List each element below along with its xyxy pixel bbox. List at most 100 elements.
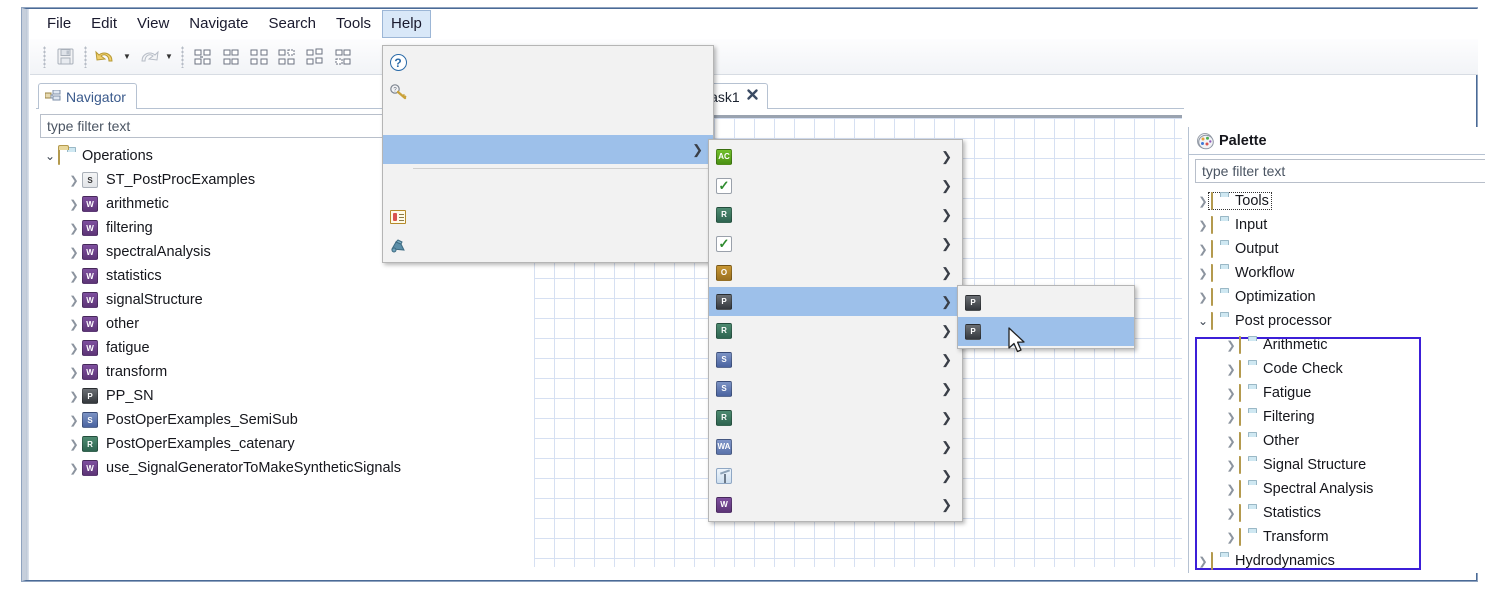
examples-submenu-popup[interactable]: AC❯✓❯R❯✓❯O❯P❯R❯S❯S❯R❯WA❯❯W❯ xyxy=(708,139,963,522)
chevron-right-icon[interactable]: ❯ xyxy=(66,294,82,307)
examples-menu-item-simo[interactable]: S❯ xyxy=(709,345,962,374)
menu-help[interactable]: Help xyxy=(382,10,431,38)
chevron-right-icon[interactable]: ❯ xyxy=(1195,243,1211,256)
align-top-button[interactable] xyxy=(274,44,300,70)
palette-tree-item[interactable]: ❯Signal Structure xyxy=(1195,453,1485,477)
save-button[interactable] xyxy=(52,44,78,70)
chevron-down-icon[interactable]: ⌄ xyxy=(42,149,58,163)
post-processor-submenu-popup[interactable]: PP xyxy=(957,285,1135,349)
help-menu-item-request-support[interactable] xyxy=(383,173,713,202)
examples-menu-item-workflow[interactable]: W❯ xyxy=(709,490,962,519)
chevron-right-icon[interactable]: ❯ xyxy=(66,222,82,235)
chevron-right-icon[interactable]: ❯ xyxy=(1223,483,1239,496)
navigator-tree-item[interactable]: ❯Wother xyxy=(42,312,528,336)
help-menu-item-license[interactable] xyxy=(383,202,713,231)
examples-menu-item-wamit[interactable]: WA❯ xyxy=(709,432,962,461)
chevron-right-icon[interactable]: ❯ xyxy=(66,198,82,211)
navigator-tree-item[interactable]: ❯Wstatistics xyxy=(42,264,528,288)
palette-tree-item[interactable]: ❯Fatigue xyxy=(1195,381,1485,405)
chevron-right-icon[interactable]: ❯ xyxy=(1223,507,1239,520)
chevron-right-icon[interactable]: ❯ xyxy=(1223,411,1239,424)
chevron-right-icon[interactable]: ❯ xyxy=(66,342,82,355)
menu-view[interactable]: View xyxy=(128,10,178,38)
examples-menu-item-code-check[interactable]: ✓❯ xyxy=(709,171,962,200)
post-processor-menu-item-distribution[interactable]: P xyxy=(958,288,1134,317)
navigator-tree-item[interactable]: ❯Wuse_SignalGeneratorToMakeSyntheticSign… xyxy=(42,456,528,480)
examples-menu-item-stability[interactable]: S❯ xyxy=(709,374,962,403)
examples-menu-item-vivana[interactable]: R❯ xyxy=(709,403,962,432)
palette-tree-item[interactable]: ❯Optimization xyxy=(1195,285,1485,309)
examples-menu-item-optimization[interactable]: O❯ xyxy=(709,258,962,287)
palette-tree-item[interactable]: ❯Arithmetic xyxy=(1195,333,1485,357)
chevron-right-icon[interactable]: ❯ xyxy=(66,462,82,475)
palette-tree-item[interactable]: ❯Filtering xyxy=(1195,405,1485,429)
palette-tree-item[interactable]: ❯Input xyxy=(1195,213,1485,237)
align-bottom-button[interactable] xyxy=(330,44,356,70)
navigator-tree-item[interactable]: ❯Wtransform xyxy=(42,360,528,384)
help-menu-item-examples[interactable]: ❯ xyxy=(383,135,713,164)
chevron-right-icon[interactable]: ❯ xyxy=(66,174,82,187)
redo-button[interactable] xyxy=(135,44,161,70)
chevron-right-icon[interactable]: ❯ xyxy=(66,438,82,451)
chevron-right-icon[interactable]: ❯ xyxy=(1223,387,1239,400)
chevron-right-icon[interactable]: ❯ xyxy=(1223,435,1239,448)
undo-button[interactable] xyxy=(93,44,119,70)
chevron-right-icon[interactable]: ❯ xyxy=(1195,219,1211,232)
menu-navigate[interactable]: Navigate xyxy=(180,10,257,38)
chevron-right-icon[interactable]: ❯ xyxy=(66,390,82,403)
examples-menu-item-post-processor[interactable]: P❯ xyxy=(709,287,962,316)
chevron-right-icon[interactable]: ❯ xyxy=(1195,555,1211,568)
palette-tree-item[interactable]: ❯Tools xyxy=(1195,189,1485,213)
chevron-right-icon[interactable]: ❯ xyxy=(1223,531,1239,544)
help-menu-popup[interactable]: ?? ❯ xyxy=(382,45,714,263)
align-right-button[interactable] xyxy=(246,44,272,70)
chevron-right-icon[interactable]: ❯ xyxy=(1195,267,1211,280)
chevron-right-icon[interactable]: ❯ xyxy=(1223,339,1239,352)
chevron-right-icon[interactable]: ❯ xyxy=(1223,459,1239,472)
help-menu-item-search[interactable]: ? xyxy=(383,77,713,106)
menu-search[interactable]: Search xyxy=(259,10,325,38)
redo-dropdown-arrow-icon[interactable]: ▼ xyxy=(162,45,176,69)
navigator-tree-item[interactable]: ❯Wfatigue xyxy=(42,336,528,360)
align-left-button[interactable] xyxy=(190,44,216,70)
menu-tools[interactable]: Tools xyxy=(327,10,380,38)
menu-edit[interactable]: Edit xyxy=(82,10,126,38)
palette-filter-input[interactable]: type filter text xyxy=(1195,159,1485,183)
tab-navigator[interactable]: Navigator xyxy=(38,83,137,109)
palette-tree-item[interactable]: ❯Workflow xyxy=(1195,261,1485,285)
chevron-right-icon[interactable]: ❯ xyxy=(1223,363,1239,376)
examples-menu-item-aquaculture[interactable]: AC❯ xyxy=(709,142,962,171)
palette-tree[interactable]: ❯Tools❯Input❯Output❯Workflow❯Optimizatio… xyxy=(1189,189,1485,573)
help-menu-item-show-key-assist[interactable] xyxy=(383,106,713,135)
chevron-down-icon[interactable]: ⌄ xyxy=(1195,314,1211,328)
chevron-right-icon[interactable]: ❯ xyxy=(66,366,82,379)
examples-menu-item-fatigue[interactable]: ✓❯ xyxy=(709,229,962,258)
navigator-tree-item[interactable]: ❯RPostOperExamples_catenary xyxy=(42,432,528,456)
palette-tree-item[interactable]: ❯Transform xyxy=(1195,525,1485,549)
examples-menu-item-wind-turbine[interactable]: ❯ xyxy=(709,461,962,490)
menu-file[interactable]: File xyxy=(38,10,80,38)
chevron-right-icon[interactable]: ❯ xyxy=(66,318,82,331)
undo-dropdown-arrow-icon[interactable]: ▼ xyxy=(120,45,134,69)
align-middle-button[interactable] xyxy=(302,44,328,70)
examples-menu-item-coupled-riflex-simo[interactable]: R❯ xyxy=(709,200,962,229)
navigator-tree-item[interactable]: ❯PPP_SN xyxy=(42,384,528,408)
examples-menu-item-riflex[interactable]: R❯ xyxy=(709,316,962,345)
palette-tree-item[interactable]: ❯Hydrodynamics xyxy=(1195,549,1485,573)
post-processor-menu-item-operations[interactable]: P xyxy=(958,317,1134,346)
help-menu-item-help-contents[interactable]: ? xyxy=(383,48,713,77)
palette-tree-item[interactable]: ❯Code Check xyxy=(1195,357,1485,381)
align-center-button[interactable] xyxy=(218,44,244,70)
help-menu-item-about[interactable] xyxy=(383,231,713,260)
palette-tree-item[interactable]: ⌄Post processor xyxy=(1195,309,1485,333)
chevron-right-icon[interactable]: ❯ xyxy=(66,270,82,283)
close-icon[interactable] xyxy=(746,88,759,106)
palette-tree-item[interactable]: ❯Statistics xyxy=(1195,501,1485,525)
chevron-right-icon[interactable]: ❯ xyxy=(1195,291,1211,304)
palette-tree-item[interactable]: ❯Output xyxy=(1195,237,1485,261)
navigator-tree-item[interactable]: ❯SPostOperExamples_SemiSub xyxy=(42,408,528,432)
palette-tree-item[interactable]: ❯Other xyxy=(1195,429,1485,453)
chevron-right-icon[interactable]: ❯ xyxy=(66,414,82,427)
chevron-right-icon[interactable]: ❯ xyxy=(66,246,82,259)
palette-tree-item[interactable]: ❯Spectral Analysis xyxy=(1195,477,1485,501)
